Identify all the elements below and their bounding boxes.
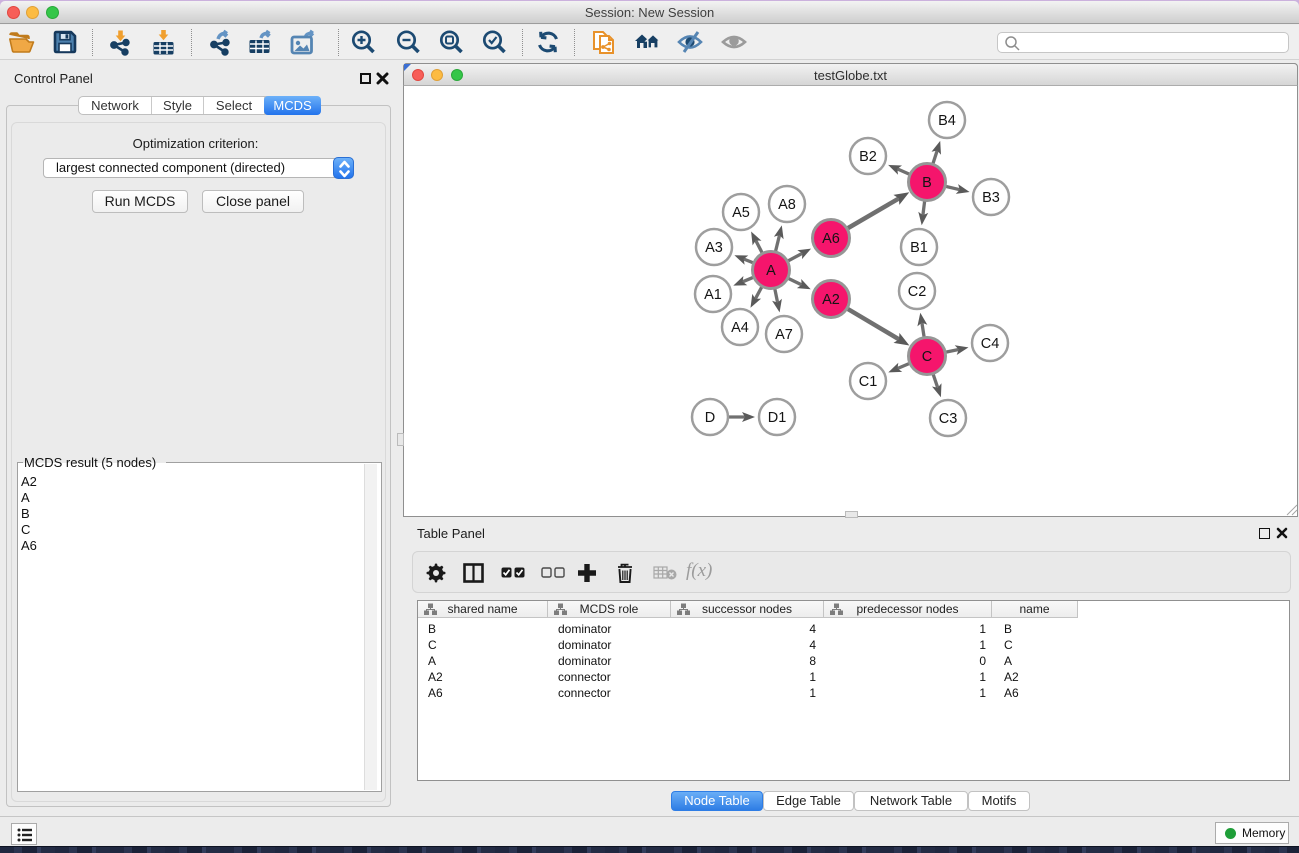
svg-text:A: A: [766, 263, 776, 279]
svg-text:A2: A2: [822, 292, 840, 308]
svg-text:D1: D1: [768, 410, 787, 426]
svg-text:A7: A7: [775, 327, 793, 343]
svg-text:C1: C1: [859, 374, 878, 390]
svg-text:B2: B2: [859, 149, 877, 165]
svg-text:A8: A8: [778, 197, 796, 213]
svg-text:A5: A5: [732, 205, 750, 221]
svg-text:B4: B4: [938, 113, 956, 129]
svg-text:C4: C4: [981, 336, 1000, 352]
svg-text:C3: C3: [939, 411, 958, 427]
svg-text:D: D: [705, 410, 715, 426]
svg-text:C: C: [922, 349, 932, 365]
svg-text:B: B: [922, 175, 932, 191]
svg-text:B3: B3: [982, 190, 1000, 206]
svg-text:A4: A4: [731, 320, 749, 336]
svg-text:A3: A3: [705, 240, 723, 256]
svg-text:A1: A1: [704, 287, 722, 303]
svg-text:B1: B1: [910, 240, 928, 256]
svg-text:C2: C2: [908, 284, 927, 300]
svg-text:A6: A6: [822, 231, 840, 247]
